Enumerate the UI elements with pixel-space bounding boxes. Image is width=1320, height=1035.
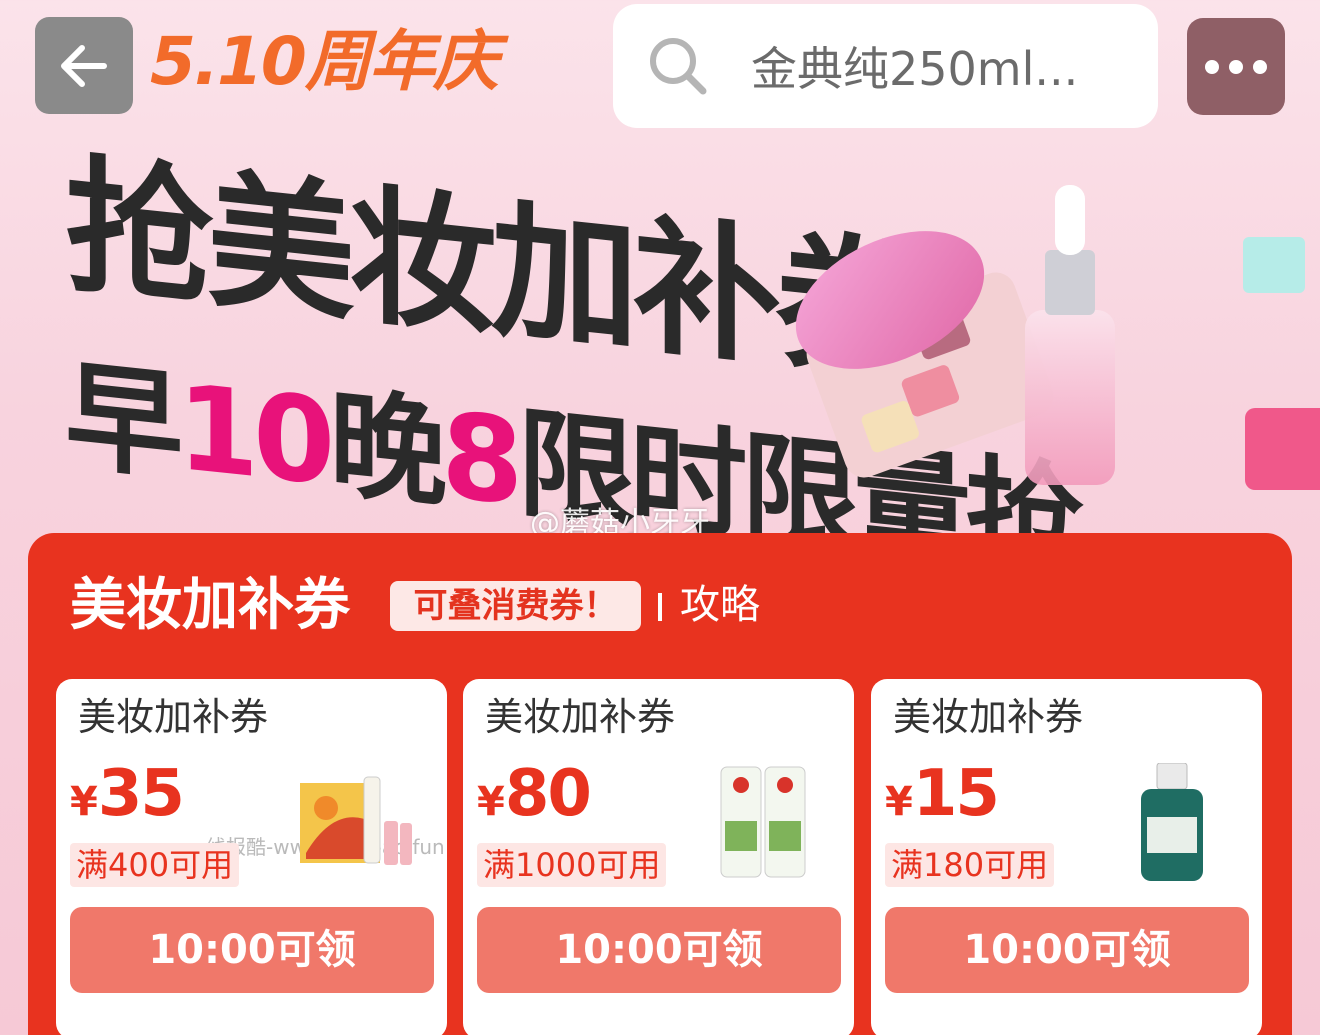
stack-badge: 可叠消费券！ [390, 581, 641, 631]
coupon-amount: ¥15 [885, 757, 1000, 831]
more-dot-icon [1229, 59, 1243, 74]
coupon-card: 美妆加补券 ¥15 满180可用 10:00可领 [871, 679, 1262, 1035]
coupon-condition: 满400可用 [70, 843, 240, 887]
strategy-link[interactable]: 攻略 [680, 577, 760, 633]
decor-tab [1245, 408, 1320, 490]
bottle-icon [1141, 763, 1203, 881]
decor-square [1243, 237, 1305, 293]
claim-button[interactable]: 10:00可领 [477, 907, 841, 993]
gift-set-icon [300, 776, 412, 865]
back-arrow-icon [61, 44, 107, 87]
cosmetics-illustration [795, 185, 1115, 485]
coupon-card: 美妆加补券 线报酷-www.xianbao.fun ¥35 满400可用 10:… [56, 679, 447, 1035]
more-dot-icon [1205, 59, 1219, 74]
coupon-amount: ¥35 [70, 757, 185, 831]
coupon-condition: 满1000可用 [477, 843, 667, 887]
search-bar[interactable]: 金典纯250ml... [613, 4, 1158, 128]
coupon-title: 美妆加补券 [78, 695, 269, 739]
coupon-title: 美妆加补券 [893, 695, 1084, 739]
more-dot-icon [1253, 59, 1267, 74]
coupon-condition: 满180可用 [885, 843, 1055, 887]
divider [658, 593, 662, 621]
coupon-amount: ¥80 [477, 757, 592, 831]
coupon-panel: 美妆加补券 可叠消费券！ 攻略 美妆加补券 线报酷-www.xianbao.fu… [28, 533, 1292, 1035]
brand-logo: 5.10周年庆 [150, 23, 499, 100]
coupon-card: 美妆加补券 ¥80 满1000可用 10:00可领 [463, 679, 854, 1035]
back-button[interactable] [35, 17, 133, 114]
coupon-title: 美妆加补券 [485, 695, 676, 739]
toothpaste-icon [720, 766, 806, 878]
more-button[interactable] [1187, 18, 1285, 115]
claim-button[interactable]: 10:00可领 [70, 907, 434, 993]
search-input[interactable]: 金典纯250ml... [751, 33, 1078, 99]
search-icon [650, 38, 707, 95]
panel-title: 美妆加补券 [70, 573, 350, 638]
claim-button[interactable]: 10:00可领 [885, 907, 1249, 993]
